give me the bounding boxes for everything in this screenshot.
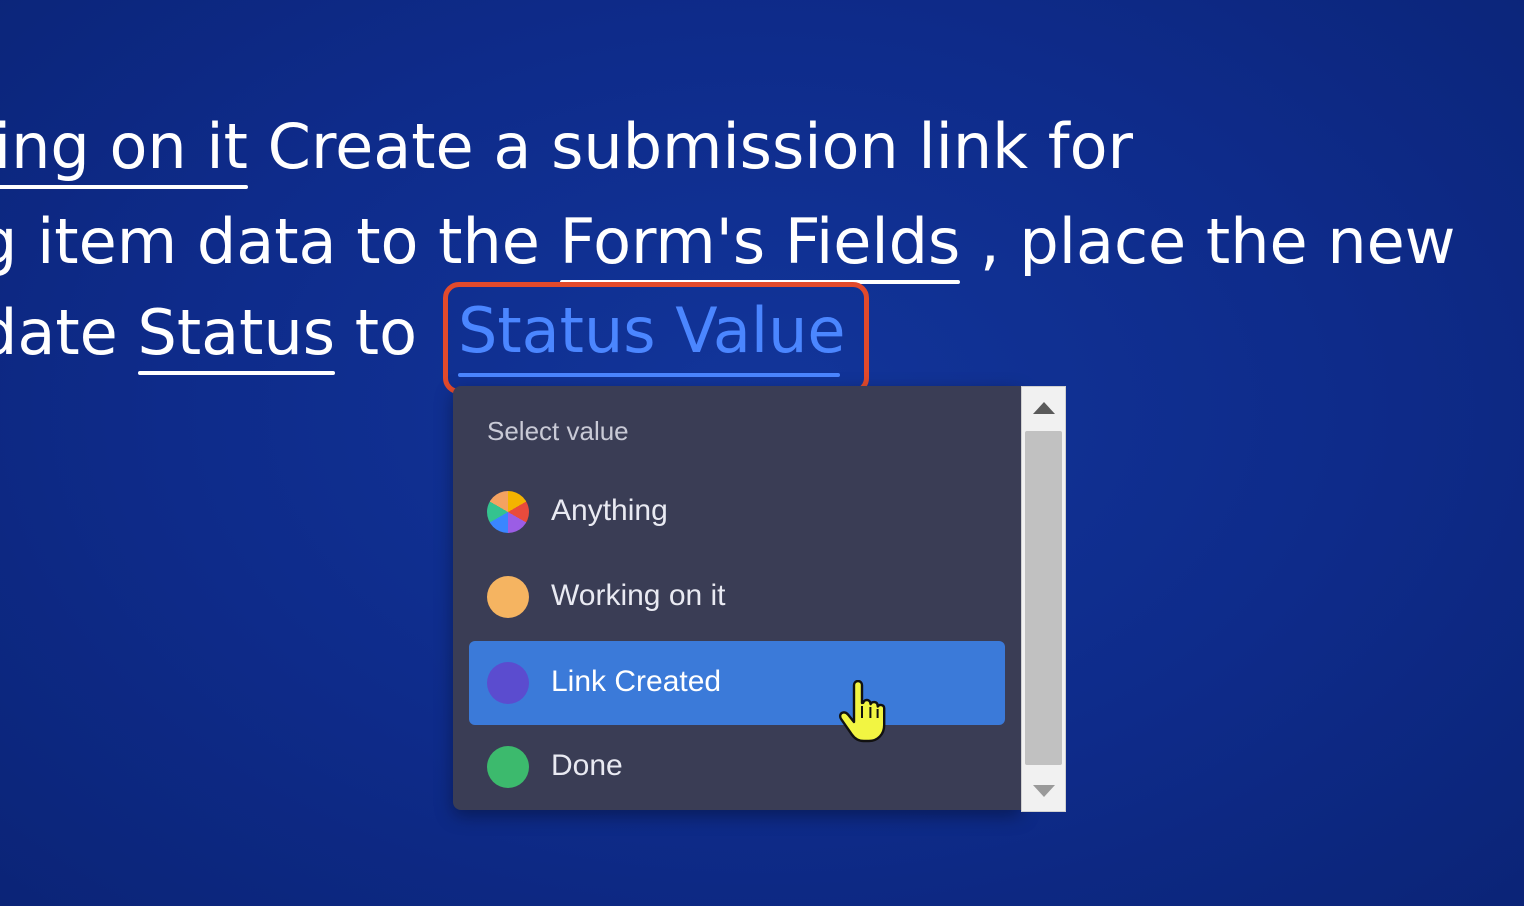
orange-dot-icon	[487, 576, 529, 618]
multicolor-dot-icon	[487, 491, 529, 533]
option-label: Working on it	[551, 579, 726, 612]
sentence-text: date	[0, 296, 118, 369]
sentence-line-1: king on it Create a submission link for	[0, 110, 1134, 189]
option-label: Done	[551, 749, 623, 782]
sentence-line-2: g item data to the Form's Fields , place…	[0, 205, 1456, 284]
green-dot-icon	[487, 746, 529, 788]
status-working-on-it-link[interactable]: king on it	[0, 110, 248, 189]
sentence-text: to	[335, 296, 437, 369]
option-done[interactable]: Done	[469, 725, 1005, 809]
scroll-up-arrow-icon[interactable]	[1022, 387, 1065, 427]
purple-dot-icon	[487, 662, 529, 704]
dropdown-scrollbar[interactable]	[1021, 386, 1066, 812]
status-value-dropdown: Select value Anything Working on it Link…	[453, 386, 1021, 810]
option-working-on-it[interactable]: Working on it	[469, 555, 1005, 639]
dropdown-header: Select value	[487, 416, 629, 446]
sentence-text: g item data to the	[0, 205, 560, 278]
sentence-text: , place the new	[960, 205, 1456, 278]
sentence-text: Create a submission link for	[247, 110, 1134, 183]
status-column-link[interactable]: Status	[137, 296, 335, 375]
option-link-created[interactable]: Link Created	[469, 641, 1005, 725]
option-anything[interactable]: Anything	[469, 470, 1005, 554]
highlight-box	[443, 282, 869, 394]
scroll-thumb[interactable]	[1025, 431, 1062, 765]
sentence-line-3: date Status to	[0, 296, 437, 375]
option-label: Link Created	[551, 665, 722, 698]
hand-pointer-cursor-icon	[838, 680, 886, 743]
forms-fields-link[interactable]: Form's Fields	[559, 205, 960, 284]
scroll-down-arrow-icon[interactable]	[1022, 771, 1065, 811]
option-label: Anything	[551, 494, 668, 527]
